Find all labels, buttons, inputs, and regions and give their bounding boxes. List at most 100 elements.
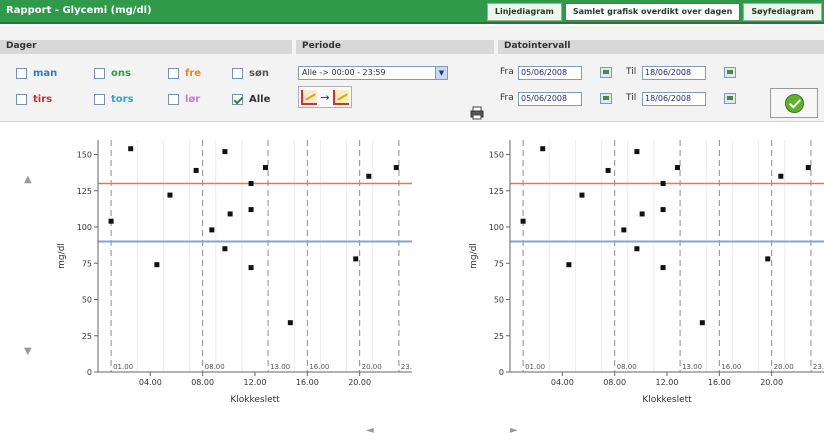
- calendar-icon[interactable]: [600, 67, 612, 78]
- day-checkbox[interactable]: [94, 68, 105, 79]
- to-date-input[interactable]: 18/06/2008: [642, 92, 706, 106]
- data-point: [366, 173, 372, 179]
- x-tick-label: 12.00: [656, 378, 679, 387]
- glucose-chart-right: 01.00 08.00 13.00 16.00 20.00 23.0 0 25 50 75 100 1…: [469, 140, 824, 405]
- scroll-down-arrow[interactable]: ▼: [24, 346, 32, 357]
- day-checkbox[interactable]: [168, 68, 179, 79]
- scroll-up-arrow[interactable]: ▲: [24, 174, 32, 185]
- dropdown-arrow-icon[interactable]: ▼: [435, 67, 447, 79]
- meal-time-label: 16.00: [309, 363, 329, 371]
- data-point: [660, 207, 666, 213]
- day-sun[interactable]: søn: [232, 68, 269, 79]
- report-header: Rapport - Glycemi (mg/dl) Linjediagram S…: [0, 0, 824, 24]
- meal-time-label: 20.00: [362, 363, 382, 371]
- y-tick-label: 150: [77, 151, 92, 160]
- data-point: [353, 256, 359, 262]
- meal-time-label: 20.00: [774, 363, 794, 371]
- scroll-left-arrow[interactable]: ◄: [366, 425, 374, 436]
- data-point: [520, 218, 526, 224]
- day-fri[interactable]: fre: [168, 68, 201, 79]
- day-checkbox[interactable]: [232, 68, 243, 79]
- chart-icon: [332, 89, 349, 105]
- x-axis-title: Klokkeslett: [642, 395, 692, 405]
- y-tick-label: 100: [77, 223, 92, 232]
- day-checkbox[interactable]: [168, 94, 179, 105]
- data-point: [660, 265, 666, 271]
- data-point: [167, 192, 173, 198]
- data-point: [778, 173, 784, 179]
- day-checkbox[interactable]: [16, 68, 27, 79]
- day-checkbox[interactable]: [94, 94, 105, 105]
- tab-bar-chart[interactable]: Søyfediagram: [743, 3, 822, 21]
- day-tue[interactable]: tirs: [16, 94, 52, 105]
- day-label: fre: [185, 68, 202, 79]
- y-tick-label: 125: [77, 187, 92, 196]
- meal-time-label: 13.00: [682, 363, 702, 371]
- meal-time-label: 01.00: [113, 363, 133, 371]
- data-point: [248, 181, 254, 186]
- y-tick-label: 25: [494, 332, 504, 341]
- day-sat[interactable]: lør: [168, 94, 200, 105]
- data-point: [209, 227, 215, 233]
- data-point: [660, 181, 666, 186]
- data-point: [621, 227, 627, 233]
- period-select[interactable]: Alle -> 00:00 - 23:59 ▼: [298, 66, 448, 80]
- meal-time-label: 13.00: [270, 363, 290, 371]
- calendar-icon[interactable]: [724, 67, 736, 78]
- data-point: [227, 211, 233, 217]
- y-tick-label: 50: [82, 296, 92, 305]
- tab-daily-overview[interactable]: Samlet grafisk overdikt over dagen: [564, 3, 741, 21]
- y-axis-title: mg/dl: [57, 243, 67, 269]
- calendar-icon[interactable]: [600, 93, 612, 104]
- from-label: Fra: [500, 67, 514, 77]
- data-point: [634, 149, 640, 155]
- data-point: [108, 218, 114, 224]
- day-all[interactable]: Alle: [232, 94, 270, 105]
- y-tick-label: 125: [489, 187, 504, 196]
- arrow-right-icon: →: [320, 90, 330, 104]
- data-point: [287, 320, 293, 326]
- data-point: [805, 165, 811, 171]
- data-point: [262, 165, 268, 171]
- day-label: tors: [111, 94, 134, 105]
- data-point: [579, 192, 585, 198]
- day-checkbox-checked[interactable]: [232, 94, 243, 105]
- x-tick-label: 08.00: [191, 378, 214, 387]
- x-tick-label: 04.00: [551, 378, 574, 387]
- day-label: søn: [249, 68, 269, 79]
- meal-time-label: 23.0: [401, 363, 412, 371]
- x-tick-label: 16.00: [296, 378, 319, 387]
- y-axis-title: mg/dl: [469, 243, 479, 269]
- data-point: [393, 165, 399, 171]
- to-date-input[interactable]: 18/06/2008: [642, 66, 706, 80]
- data-point: [222, 149, 228, 155]
- day-checkbox[interactable]: [16, 94, 27, 105]
- from-date-input[interactable]: 05/06/2008: [518, 92, 582, 106]
- data-point: [193, 167, 199, 173]
- data-point: [566, 262, 572, 268]
- data-point: [699, 320, 705, 326]
- data-point: [128, 146, 134, 152]
- meal-time-label: 08.00: [205, 363, 225, 371]
- period-apply-button[interactable]: →: [298, 86, 352, 108]
- data-point: [248, 265, 254, 271]
- day-mon[interactable]: man: [16, 68, 57, 79]
- to-label: Til: [626, 67, 637, 77]
- x-axis-title: Klokkeslett: [230, 395, 280, 405]
- day-label: Alle: [249, 94, 271, 105]
- x-tick-label: 16.00: [708, 378, 731, 387]
- y-tick-label: 0: [499, 368, 504, 377]
- from-date-input[interactable]: 05/06/2008: [518, 66, 582, 80]
- calendar-icon[interactable]: [724, 93, 736, 104]
- data-point: [765, 256, 771, 262]
- days-heading: Dager: [0, 40, 292, 54]
- y-tick-label: 75: [494, 259, 504, 268]
- ok-button[interactable]: [770, 88, 818, 118]
- chart-icon: [301, 89, 318, 105]
- day-wed[interactable]: ons: [94, 68, 131, 79]
- scroll-right-arrow[interactable]: ►: [510, 425, 518, 436]
- printer-icon[interactable]: [470, 106, 484, 120]
- day-thu[interactable]: tors: [94, 94, 134, 105]
- data-point: [154, 262, 160, 268]
- tab-line-chart[interactable]: Linjediagram: [486, 3, 562, 21]
